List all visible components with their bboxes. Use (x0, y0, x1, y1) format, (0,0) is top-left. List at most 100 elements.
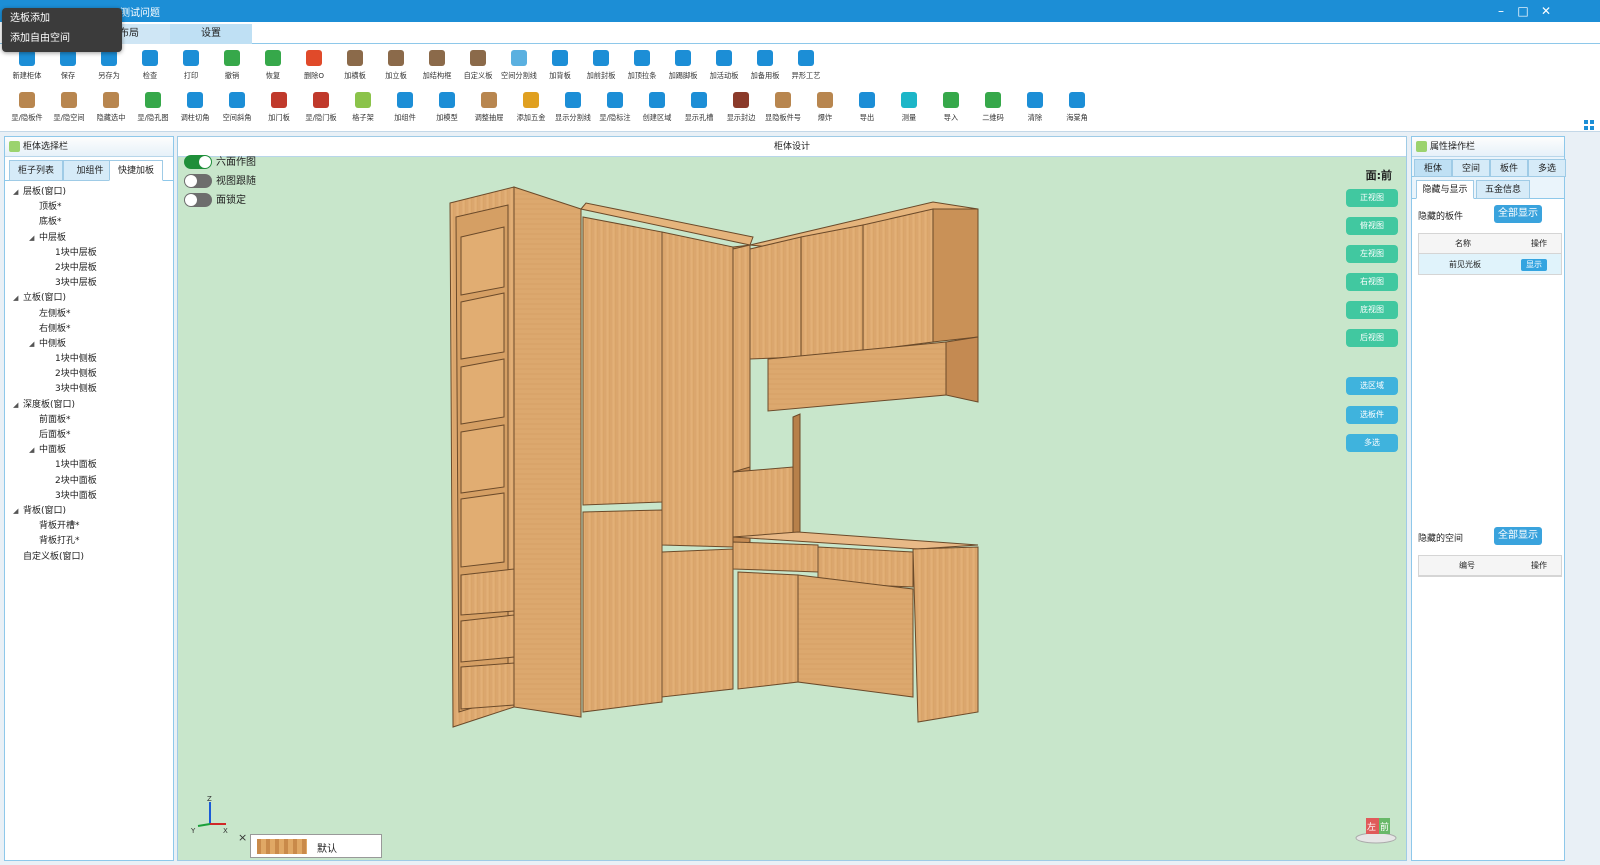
tab-board[interactable]: 板件 (1490, 159, 1528, 177)
toolbar-button[interactable]: 清除 (1014, 90, 1056, 130)
toolbar-button[interactable]: 另存为 (88, 48, 130, 88)
toolbar-button[interactable]: 添加五金 (510, 90, 552, 130)
toolbar-button[interactable]: 异形工艺 (785, 48, 827, 88)
toolbar-button[interactable]: 加前封板 (580, 48, 622, 88)
tree-item[interactable]: 2块中面板 (5, 474, 173, 489)
expand-arrow-icon[interactable]: ◢ (13, 504, 23, 519)
toolbar-button[interactable]: 格子架 (342, 90, 384, 130)
tree-item[interactable]: ◢ 层板(窗口) (5, 185, 173, 200)
toolbar-button[interactable]: 加横板 (334, 48, 376, 88)
toolbar-button[interactable]: 空间分割线 (498, 48, 540, 88)
toolbar-button[interactable]: 加组件 (384, 90, 426, 130)
tab-multi[interactable]: 多选 (1528, 159, 1566, 177)
toolbar-button[interactable]: 加活动板 (703, 48, 745, 88)
toolbar-button[interactable]: 显隐板件号 (762, 90, 804, 130)
expand-arrow-icon[interactable]: ◢ (13, 185, 23, 200)
tree-item[interactable]: 后面板* (5, 428, 173, 443)
toolbar-button[interactable]: 隐藏选中 (90, 90, 132, 130)
toolbar-button[interactable]: 调柱切角 (174, 90, 216, 130)
toolbar-button[interactable]: 显/隐门板 (300, 90, 342, 130)
expand-arrow-icon[interactable]: ◢ (13, 291, 23, 306)
tree-item[interactable]: 2块中侧板 (5, 367, 173, 382)
tree-item[interactable]: 1块中侧板 (5, 352, 173, 367)
tree-item[interactable]: 背板开槽* (5, 519, 173, 534)
show-board-button[interactable]: 显示 (1521, 259, 1547, 271)
show-all-boards-button[interactable]: 全部显示 (1494, 205, 1542, 223)
toolbar-button[interactable]: 创建区域 (636, 90, 678, 130)
toolbar-button[interactable]: 显/隐板件 (6, 90, 48, 130)
toolbar-button[interactable]: 撤销 (211, 48, 253, 88)
tree-item[interactable]: ◢ 中面板 (5, 443, 173, 458)
toolbar-button[interactable]: 删除O (293, 48, 335, 88)
tab-cabinet-list[interactable]: 柜子列表 (9, 160, 63, 181)
toolbar-button[interactable]: 导出 (846, 90, 888, 130)
toolbar-button[interactable]: 加备用板 (744, 48, 786, 88)
minimize-button[interactable]: – (1490, 2, 1512, 20)
tree-item[interactable]: ◢ 立板(窗口) (5, 291, 173, 306)
design-viewport[interactable]: 柜体设计 六面作图 视图跟随 面锁定 面:前 正视图 俯视图 左视图 右视图 底… (177, 136, 1407, 861)
toolbar-button[interactable]: 海棠角 (1056, 90, 1098, 130)
show-all-spaces-button[interactable]: 全部显示 (1494, 527, 1542, 545)
toolbar-button[interactable]: 恢复 (252, 48, 294, 88)
toolbar-button[interactable]: 测量 (888, 90, 930, 130)
tree-item[interactable]: 3块中面板 (5, 489, 173, 504)
toolbar-button[interactable]: 加背板 (539, 48, 581, 88)
expand-arrow-icon[interactable]: ◢ (29, 231, 39, 246)
tree-item[interactable]: ◢ 背板(窗口) (5, 504, 173, 519)
expand-arrow-icon[interactable]: ◢ (29, 443, 39, 458)
toolbar-button[interactable]: 导入 (930, 90, 972, 130)
toolbar-button[interactable]: 检查 (129, 48, 171, 88)
tree-item[interactable]: 3块中侧板 (5, 382, 173, 397)
toolbar-button[interactable]: 加顶拉条 (621, 48, 663, 88)
tab-cabinet[interactable]: 柜体 (1414, 159, 1452, 177)
tree-item[interactable]: 顶板* (5, 200, 173, 215)
toolbar-button[interactable]: 加模型 (426, 90, 468, 130)
toolbar-button[interactable]: 空间斜角 (216, 90, 258, 130)
toolbar-button[interactable]: 新建柜体 (6, 48, 48, 88)
popup-item-select-board[interactable]: 选板添加 (2, 8, 122, 28)
grid-icon[interactable] (1584, 120, 1594, 130)
tree-item[interactable]: 2块中层板 (5, 261, 173, 276)
tree-item[interactable]: 背板打孔* (5, 534, 173, 549)
toolbar-button[interactable]: 加门板 (258, 90, 300, 130)
tree-item[interactable]: 1块中层板 (5, 246, 173, 261)
expand-arrow-icon[interactable]: ◢ (29, 337, 39, 352)
toolbar-button[interactable]: 显/隐孔图 (132, 90, 174, 130)
popup-item-add-free-space[interactable]: 添加自由空间 (2, 28, 122, 48)
tree-item[interactable]: 1块中面板 (5, 458, 173, 473)
tree-item[interactable]: 底板* (5, 215, 173, 230)
tree-item[interactable]: ◢ 深度板(窗口) (5, 398, 173, 413)
cabinet-model[interactable] (178, 137, 1408, 862)
tree-item[interactable]: 自定义板(窗口) (5, 550, 173, 565)
toolbar-button[interactable]: 加结构框 (416, 48, 458, 88)
view-cube-icon[interactable]: 左 前 (1354, 814, 1398, 844)
toolbar-button[interactable]: 调整抽屉 (468, 90, 510, 130)
tab-hide-show[interactable]: 隐藏与显示 (1416, 180, 1474, 199)
tree-item[interactable]: ◢ 中侧板 (5, 337, 173, 352)
tree-item[interactable]: 右侧板* (5, 322, 173, 337)
toolbar-button[interactable]: 显/隐标注 (594, 90, 636, 130)
tab-settings[interactable]: 设置 (170, 24, 252, 44)
toolbar-button[interactable]: 显示封边 (720, 90, 762, 130)
tree-item[interactable]: 前面板* (5, 413, 173, 428)
tree-item[interactable]: 左侧板* (5, 307, 173, 322)
tab-space[interactable]: 空间 (1452, 159, 1490, 177)
tree-item[interactable]: 3块中层板 (5, 276, 173, 291)
toolbar-button[interactable]: 显示分割线 (552, 90, 594, 130)
toolbar-button[interactable]: 保存 (47, 48, 89, 88)
tab-hardware-info[interactable]: 五金信息 (1476, 180, 1530, 199)
toolbar-button[interactable]: 二维码 (972, 90, 1014, 130)
toolbar-button[interactable]: 加立板 (375, 48, 417, 88)
toolbar-button[interactable]: 爆炸 (804, 90, 846, 130)
expand-arrow-icon[interactable]: ◢ (13, 398, 23, 413)
toolbar-button[interactable]: 显/隐空间 (48, 90, 90, 130)
maximize-button[interactable]: □ (1512, 2, 1534, 20)
close-button[interactable]: ✕ (1535, 2, 1557, 20)
toolbar-button[interactable]: 打印 (170, 48, 212, 88)
toolbar-button[interactable]: 加踢脚板 (662, 48, 704, 88)
tree-item[interactable]: ◢ 中层板 (5, 231, 173, 246)
toolbar-button[interactable]: 自定义板 (457, 48, 499, 88)
tab-quick-add-board[interactable]: 快捷加板 (109, 160, 163, 181)
table-row[interactable]: 前见光板 显示 (1419, 254, 1561, 274)
material-close-icon[interactable]: × (238, 831, 247, 844)
